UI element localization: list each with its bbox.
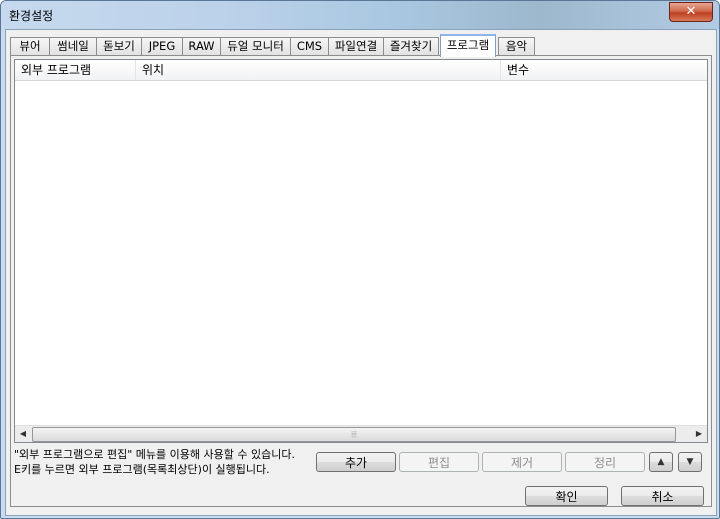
tab-jpeg[interactable]: JPEG (141, 37, 183, 55)
tab-file-association[interactable]: 파일연결 (328, 37, 384, 55)
ok-button[interactable]: 확인 (525, 486, 608, 506)
scroll-thumb[interactable]: ⦙⦙⦙ (32, 427, 676, 442)
tab-thumbnail[interactable]: 썸네일 (49, 37, 97, 55)
arrow-down-icon: ▼ (686, 457, 694, 467)
program-panel: 외부 프로그램 위치 변수 ◀ ⦙⦙⦙ ▶ "외부 프로그램으로 편집" 메뉴를… (10, 55, 712, 507)
move-down-button[interactable]: ▼ (678, 452, 702, 472)
close-button[interactable]: ✕ (669, 2, 713, 22)
help-line-1: "외부 프로그램으로 편집" 메뉴를 이용해 사용할 수 있습니다. (14, 448, 295, 461)
list-header: 외부 프로그램 위치 변수 (15, 60, 707, 81)
column-header-program[interactable]: 외부 프로그램 (15, 60, 136, 80)
cancel-button[interactable]: 취소 (621, 486, 704, 506)
move-up-button[interactable]: ▲ (649, 452, 673, 472)
settings-window: 환경설정 ✕ 뷰어 썸네일 돋보기 JPEG RAW 듀얼 모니터 CMS 파일… (0, 0, 720, 519)
close-icon: ✕ (685, 4, 697, 19)
edit-button[interactable]: 편집 (399, 452, 479, 472)
add-button[interactable]: 추가 (316, 452, 396, 472)
horizontal-scrollbar[interactable]: ◀ ⦙⦙⦙ ▶ (15, 425, 707, 442)
dialog-client: 뷰어 썸네일 돋보기 JPEG RAW 듀얼 모니터 CMS 파일연결 즐겨찾기… (5, 29, 717, 516)
tab-dual-monitor[interactable]: 듀얼 모니터 (220, 37, 291, 55)
sort-button[interactable]: 정리 (565, 452, 645, 472)
external-program-list[interactable]: 외부 프로그램 위치 변수 ◀ ⦙⦙⦙ ▶ (14, 59, 708, 443)
column-header-variables[interactable]: 변수 (501, 60, 707, 80)
tab-cms[interactable]: CMS (290, 37, 329, 55)
tab-magnifier[interactable]: 돋보기 (96, 37, 142, 55)
remove-button[interactable]: 제거 (482, 452, 562, 472)
help-line-2: E키를 누르면 외부 프로그램(목록최상단)이 실행됩니다. (14, 463, 270, 476)
help-text: "외부 프로그램으로 편집" 메뉴를 이용해 사용할 수 있습니다. E키를 누… (14, 447, 295, 477)
column-header-location[interactable]: 위치 (136, 60, 501, 80)
arrow-up-icon: ▲ (657, 457, 665, 467)
tab-raw[interactable]: RAW (182, 37, 221, 55)
tab-viewer[interactable]: 뷰어 (10, 37, 50, 55)
tab-favorites[interactable]: 즐겨찾기 (383, 37, 439, 55)
scroll-right-icon[interactable]: ▶ (691, 426, 707, 442)
tab-program[interactable]: 프로그램 (440, 34, 496, 57)
title-bar[interactable]: 환경설정 ✕ (1, 1, 719, 29)
window-title: 환경설정 (9, 9, 54, 23)
scroll-left-icon[interactable]: ◀ (15, 426, 31, 442)
grip-icon: ⦙⦙⦙ (351, 430, 357, 439)
tab-music[interactable]: 음악 (498, 37, 535, 55)
